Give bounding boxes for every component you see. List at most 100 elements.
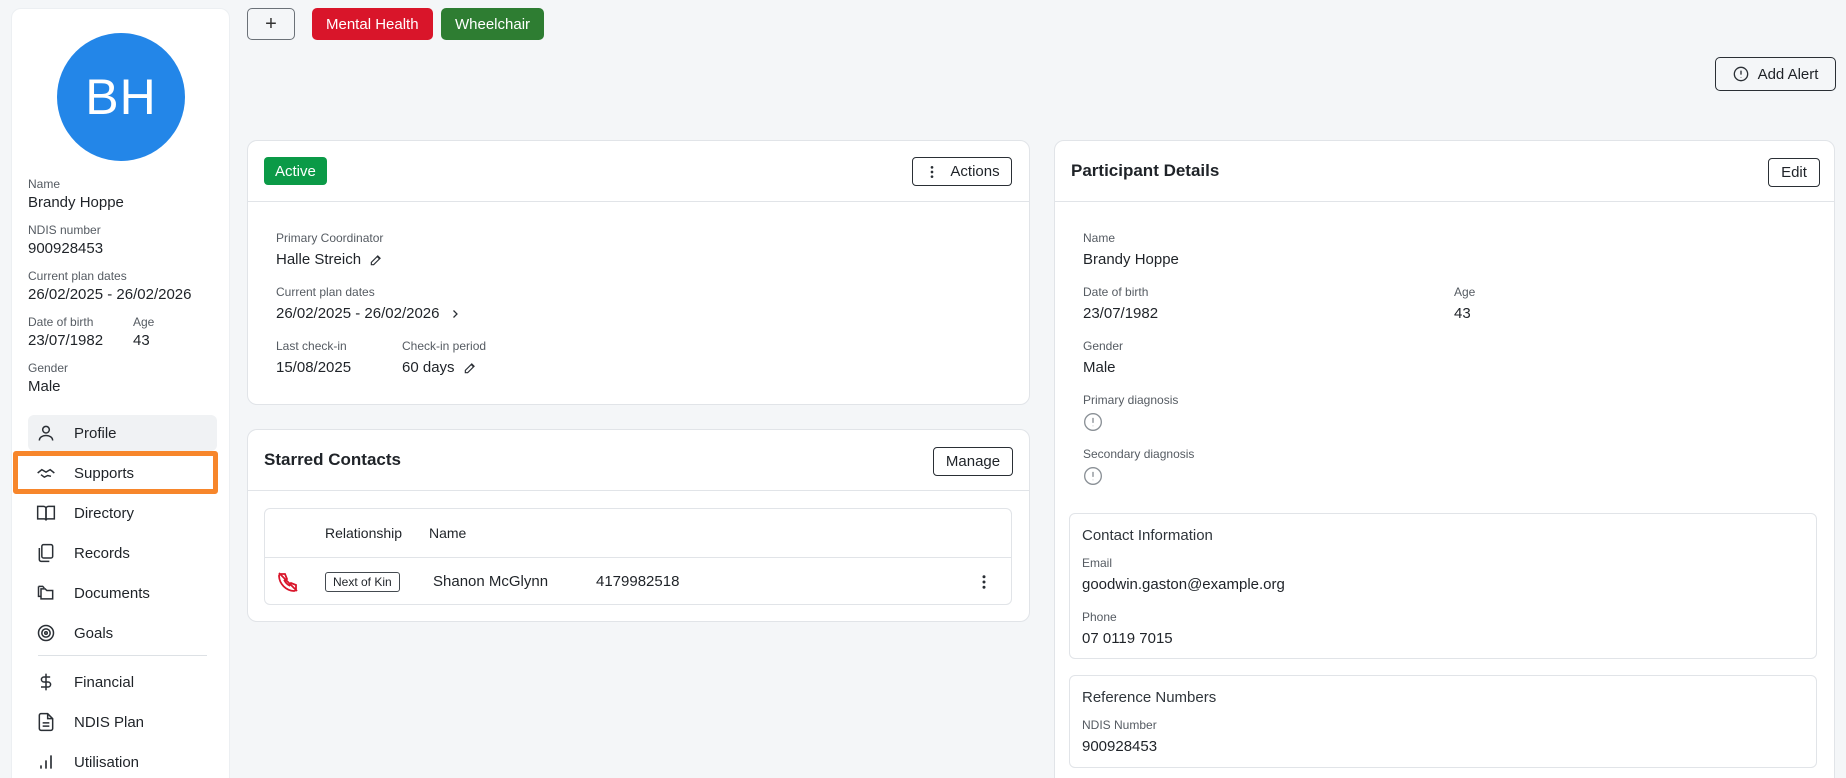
info-circle-icon [1084, 413, 1102, 431]
column-header-relationship: Relationship [325, 525, 403, 541]
contacts-title: Starred Contacts [264, 450, 401, 469]
sidebar-item-utilisation[interactable]: Utilisation [28, 744, 217, 778]
gender-value: Male [28, 378, 61, 395]
sidebar-item-label: Goals [74, 624, 114, 642]
sidebar-item-label: Records [74, 544, 130, 562]
sidebar-item-label: Directory [74, 504, 135, 522]
alert-circle-icon [1733, 66, 1748, 82]
sidebar-item-records[interactable]: Records [28, 535, 217, 571]
actions-button[interactable]: Actions [912, 157, 1012, 186]
coordinator-field: Primary Coordinator Halle Streich [276, 231, 383, 270]
reference-numbers-section: Reference Numbers NDIS Number 900928453 [1069, 675, 1817, 768]
detail-name-value: Brandy Hoppe [1083, 251, 1179, 268]
reference-numbers-title: Reference Numbers [1082, 689, 1217, 706]
sidebar-item-label: Documents [74, 584, 150, 602]
secondary-diagnosis-label: Secondary diagnosis [1083, 447, 1195, 461]
sidebar-item-label: Supports [74, 464, 135, 482]
book-icon [36, 505, 56, 521]
contact-phone: 4179982518 [596, 573, 680, 590]
age-field: Age 43 [133, 315, 154, 351]
dob-label: Date of birth [28, 315, 94, 329]
primary-diagnosis-value [1083, 412, 1178, 432]
secondary-diagnosis-field: Secondary diagnosis [1083, 447, 1194, 486]
sidebar-item-label: NDIS Plan [74, 713, 145, 731]
plan-dates-value[interactable]: 26/02/2025 - 26/02/2026 [276, 304, 461, 324]
coordinator-value: Halle Streich [276, 250, 383, 270]
phone-label: Phone [1082, 610, 1117, 624]
status-card-header: Active Actions [248, 141, 1029, 202]
detail-name-label: Name [1083, 231, 1116, 245]
contacts-card-header: Starred Contacts Manage [248, 430, 1029, 491]
last-checkin-label: Last check-in [276, 339, 347, 353]
checkin-period-label: Check-in period [402, 339, 487, 353]
sidebar-item-supports[interactable]: Supports [28, 455, 217, 491]
contact-information-section: Contact Information Email goodwin.gaston… [1069, 513, 1817, 659]
contact-name: Shanon McGlynn [433, 573, 549, 590]
email-field: Email goodwin.gaston@example.org [1082, 556, 1285, 595]
details-title: Participant Details [1071, 161, 1220, 180]
gender-field: Gender Male [28, 361, 68, 397]
detail-dob-value: 23/07/1982 [1083, 305, 1159, 322]
tag-wheelchair[interactable]: Wheelchair [441, 8, 545, 40]
last-checkin-field: Last check-in 15/08/2025 [276, 339, 351, 378]
sidebar-item-profile[interactable]: Profile [28, 415, 217, 451]
sidebar-nav: Profile Supports Directory Records Docum… [28, 415, 217, 778]
status-badge: Active [264, 157, 327, 185]
ndis-value: 900928453 [28, 240, 104, 257]
nav-divider [38, 655, 207, 656]
primary-diagnosis-field: Primary diagnosis [1083, 393, 1178, 432]
plan-label: Current plan dates [28, 269, 127, 283]
checkin-period-field: Check-in period 60 days [402, 339, 486, 378]
edit-pencil-icon[interactable] [463, 361, 477, 375]
detail-age-label: Age [1454, 285, 1476, 299]
tag-mental-health[interactable]: Mental Health [312, 8, 433, 40]
dollar-icon [40, 673, 52, 691]
age-value: 43 [133, 332, 150, 349]
target-icon [37, 624, 55, 642]
add-tag-button[interactable]: + [247, 8, 295, 40]
detail-gender-label: Gender [1083, 339, 1124, 353]
edit-pencil-icon[interactable] [369, 253, 383, 267]
dob-value: 23/07/1982 [28, 332, 104, 349]
phone-off-icon [278, 572, 298, 592]
name-field: Name Brandy Hoppe [28, 177, 124, 213]
column-header-name: Name [429, 525, 467, 541]
dob-field: Date of birth 23/07/1982 [28, 315, 103, 351]
coordinator-label: Primary Coordinator [276, 231, 384, 245]
sidebar-item-goals[interactable]: Goals [28, 615, 217, 651]
manage-button[interactable]: Manage [933, 447, 1013, 476]
secondary-diagnosis-value [1083, 466, 1194, 486]
reference-ndis-label: NDIS Number [1082, 718, 1157, 732]
contacts-table: Relationship Name Next of Kin Shanon McG… [264, 508, 1012, 605]
document-icon [38, 712, 54, 732]
reference-ndis-field: NDIS Number 900928453 [1082, 718, 1157, 757]
more-vertical-icon[interactable] [975, 573, 993, 591]
age-label: Age [133, 315, 155, 329]
sidebar: BH Name Brandy Hoppe NDIS number 9009284… [11, 8, 230, 778]
detail-age-field: Age 43 [1454, 285, 1475, 324]
add-alert-label: Add Alert [1757, 65, 1819, 83]
primary-diagnosis-label: Primary diagnosis [1083, 393, 1179, 407]
plan-value: 26/02/2025 - 26/02/2026 [28, 286, 192, 303]
sidebar-item-directory[interactable]: Directory [28, 495, 217, 531]
email-label: Email [1082, 556, 1113, 570]
sidebar-item-ndis-plan[interactable]: NDIS Plan [28, 704, 217, 740]
name-value: Brandy Hoppe [28, 194, 124, 211]
more-vertical-icon [931, 165, 934, 178]
detail-gender-field: Gender Male [1083, 339, 1123, 378]
gender-label: Gender [28, 361, 69, 375]
name-label: Name [28, 177, 61, 191]
edit-button[interactable]: Edit [1768, 158, 1820, 187]
handshake-icon [37, 468, 55, 479]
relationship-badge: Next of Kin [325, 572, 400, 592]
checkin-period-value: 60 days [402, 358, 486, 378]
sidebar-item-financial[interactable]: Financial [28, 664, 217, 700]
ndis-label: NDIS number [28, 223, 101, 237]
plan-dates-text: 26/02/2025 - 26/02/2026 [276, 305, 440, 322]
sidebar-item-documents[interactable]: Documents [28, 575, 217, 611]
ndis-field: NDIS number 900928453 [28, 223, 103, 259]
phone-value: 07 0119 7015 [1082, 630, 1173, 647]
add-alert-button[interactable]: Add Alert [1715, 57, 1836, 91]
phone-field: Phone 07 0119 7015 [1082, 610, 1173, 649]
detail-dob-label: Date of birth [1083, 285, 1149, 299]
